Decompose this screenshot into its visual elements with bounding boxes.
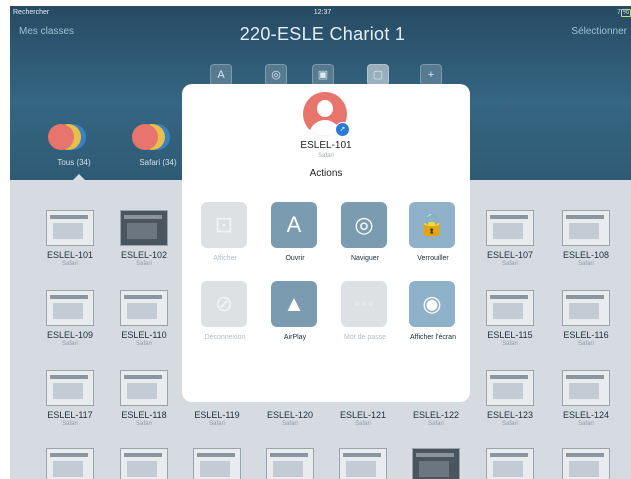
device-app: Safari	[578, 421, 594, 427]
device-app: Safari	[62, 341, 78, 347]
battery-icon	[621, 9, 631, 17]
device-app: Safari	[62, 421, 78, 427]
actions-title: Actions	[309, 168, 343, 179]
device-name: ESLEL-124	[562, 410, 610, 420]
person-head	[317, 100, 333, 117]
toolbar-add-icon[interactable]: +	[420, 64, 442, 86]
device-name: ESLEL-101	[300, 140, 352, 151]
action-label: Verrouiller	[417, 255, 449, 262]
device-name: ESLEL-117	[47, 410, 93, 420]
device-app: Safari	[502, 261, 518, 267]
toolbar-lock-icon[interactable]: ▣	[312, 64, 334, 86]
device-app: Safari	[355, 421, 371, 427]
screen-thumbnail	[46, 290, 94, 326]
device-name: ESLEL-115	[487, 330, 533, 340]
screen-thumbnail	[562, 290, 610, 326]
group-label: Tous (34)	[57, 158, 91, 167]
device-name: ESLEL-102	[120, 250, 168, 260]
view-screen-icon: ◉	[409, 281, 455, 327]
device-name: ESLEL-122	[412, 410, 460, 420]
device-name: ESLEL-120	[266, 410, 314, 420]
device-name: ESLEL-110	[121, 330, 167, 340]
logout-icon: ⊘	[201, 281, 247, 327]
device-app: Safari	[136, 341, 152, 347]
passcode-icon: ∘∘∘	[341, 281, 387, 327]
screen-thumbnail	[562, 448, 610, 479]
screen-thumbnail	[486, 290, 534, 326]
screen-thumbnail	[120, 448, 168, 479]
show-app-icon: ⊡	[201, 202, 247, 248]
screen-thumbnail	[193, 448, 241, 479]
page-title: 220-ESLE Chariot 1	[239, 24, 406, 44]
screen-thumbnail	[486, 448, 534, 479]
device-name: ESLEL-101	[46, 250, 94, 260]
toolbar-safari-icon[interactable]: ◎	[265, 64, 287, 86]
device-name: ESLEL-109	[46, 330, 94, 340]
screen-thumbnail	[120, 210, 168, 246]
screen-thumbnail	[266, 448, 314, 479]
device-name: ESLEL-108	[562, 250, 610, 260]
device-app: Safari	[428, 421, 444, 427]
device-app: Safari	[502, 341, 518, 347]
status-time: 12:37	[313, 9, 332, 16]
device-app: Safari	[578, 341, 594, 347]
screen-thumbnail	[412, 448, 460, 479]
airplay-icon: ▲	[271, 281, 317, 327]
avatar	[132, 124, 158, 150]
device-name: ESLEL-116	[563, 330, 609, 340]
safari-badge-icon: ➚	[335, 122, 350, 137]
select-link[interactable]: Sélectionner	[571, 26, 627, 37]
device-name: ESLEL-107	[486, 250, 534, 260]
screen-thumbnail	[46, 370, 94, 406]
toolbar-screen-icon[interactable]: ▢	[367, 64, 389, 86]
screen-thumbnail	[562, 370, 610, 406]
avatar	[48, 124, 74, 150]
device-app: Safari	[502, 421, 518, 427]
screen-thumbnail	[46, 210, 94, 246]
device-app: Safari	[209, 421, 225, 427]
device-action-sheet: ➚ ESLEL-101 Safari Actions ⊡ Afficher A …	[182, 84, 470, 402]
device-app: Safari	[578, 261, 594, 267]
screen-thumbnail	[562, 210, 610, 246]
screen-thumbnail	[46, 448, 94, 479]
device-name: ESLEL-121	[339, 410, 387, 420]
screen-thumbnail	[486, 210, 534, 246]
device-app: Safari	[62, 261, 78, 267]
screen-thumbnail	[486, 370, 534, 406]
toolbar-appstore-icon[interactable]: A	[210, 64, 232, 86]
device-name: ESLEL-119	[194, 410, 240, 420]
device-name: ESLEL-123	[486, 410, 534, 420]
safari-compass-icon: ◎	[341, 202, 387, 248]
group-label: Safari (34)	[139, 158, 177, 167]
screen: Rechercher 12:37 7 % Mes classes 220-ESL…	[10, 6, 631, 479]
device-app: Safari	[318, 153, 334, 159]
device-app: Safari	[136, 421, 152, 427]
device-name: ESLEL-118	[121, 410, 167, 420]
device-app: Safari	[136, 261, 152, 267]
lock-icon: 🔒	[409, 202, 455, 248]
action-label: Afficher l'écran	[410, 334, 456, 341]
screen-thumbnail	[339, 448, 387, 479]
screen-thumbnail	[120, 370, 168, 406]
device-app: Safari	[282, 421, 298, 427]
appstore-icon: A	[271, 202, 317, 248]
screen-thumbnail	[120, 290, 168, 326]
